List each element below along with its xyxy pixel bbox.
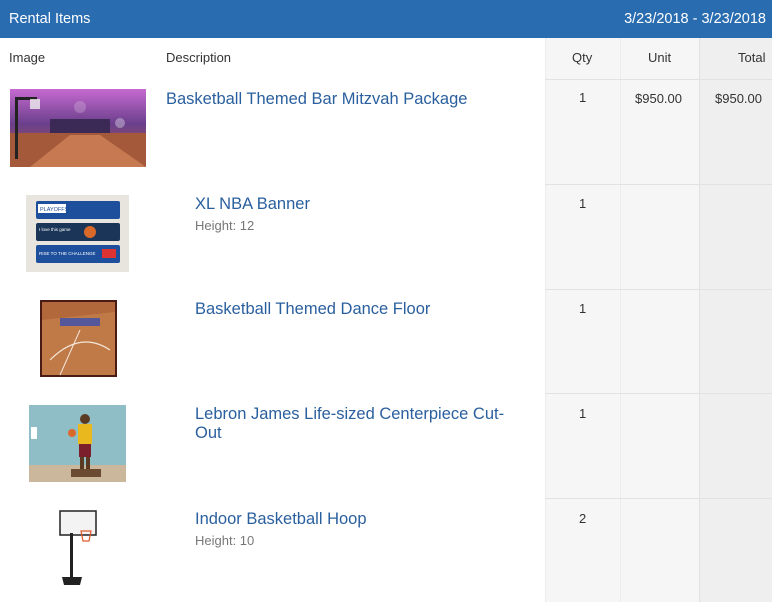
item-title[interactable]: Indoor Basketball Hoop	[195, 510, 535, 529]
unit-column	[620, 38, 699, 602]
dance-floor-photo[interactable]	[40, 300, 117, 377]
item-title[interactable]: XL NBA Banner	[195, 195, 535, 214]
header-image: Image	[9, 50, 46, 65]
cutout-photo[interactable]	[29, 405, 126, 482]
item-qty: 1	[579, 196, 587, 211]
item-qty: 1	[579, 90, 587, 105]
date-range: 3/23/2018 - 3/23/2018	[624, 11, 766, 27]
item-total-price: $950.00	[715, 91, 762, 106]
header-qty: Qty	[572, 50, 593, 65]
hoop-photo[interactable]	[56, 509, 100, 587]
item-unit-price: $950.00	[635, 91, 682, 106]
banner-photo[interactable]: PLAYOFFS I love this game RISE TO THE CH…	[26, 195, 129, 272]
header-title: Rental Items	[9, 11, 91, 27]
banner-text-1: PLAYOFFS	[40, 207, 69, 213]
banner-text-2: I love this game	[39, 227, 71, 232]
row-divider	[545, 498, 772, 499]
item-height: Height: 10	[195, 533, 255, 548]
item-title[interactable]: Basketball Themed Dance Floor	[195, 300, 535, 319]
rental-items-header: Rental Items 3/23/2018 - 3/23/2018	[0, 0, 772, 38]
banner-text-3: RISE TO THE CHALLENGE	[39, 251, 96, 256]
item-qty: 1	[579, 301, 587, 316]
row-divider	[545, 393, 772, 394]
header-description: Description	[166, 50, 232, 65]
item-title[interactable]: Basketball Themed Bar Mitzvah Package	[166, 90, 526, 109]
header-unit: Unit	[648, 50, 672, 65]
item-qty: 1	[579, 406, 587, 421]
item-height: Height: 12	[195, 218, 255, 233]
row-divider	[545, 184, 772, 185]
row-divider	[545, 79, 772, 80]
header-total: Total	[738, 50, 766, 65]
total-column	[699, 38, 772, 602]
item-qty: 2	[579, 511, 587, 526]
item-title[interactable]: Lebron James Life-sized Centerpiece Cut-…	[195, 405, 525, 443]
row-divider	[545, 289, 772, 290]
package-photo[interactable]	[10, 89, 146, 167]
column-headers: Image Description Qty Unit Total	[0, 38, 772, 79]
